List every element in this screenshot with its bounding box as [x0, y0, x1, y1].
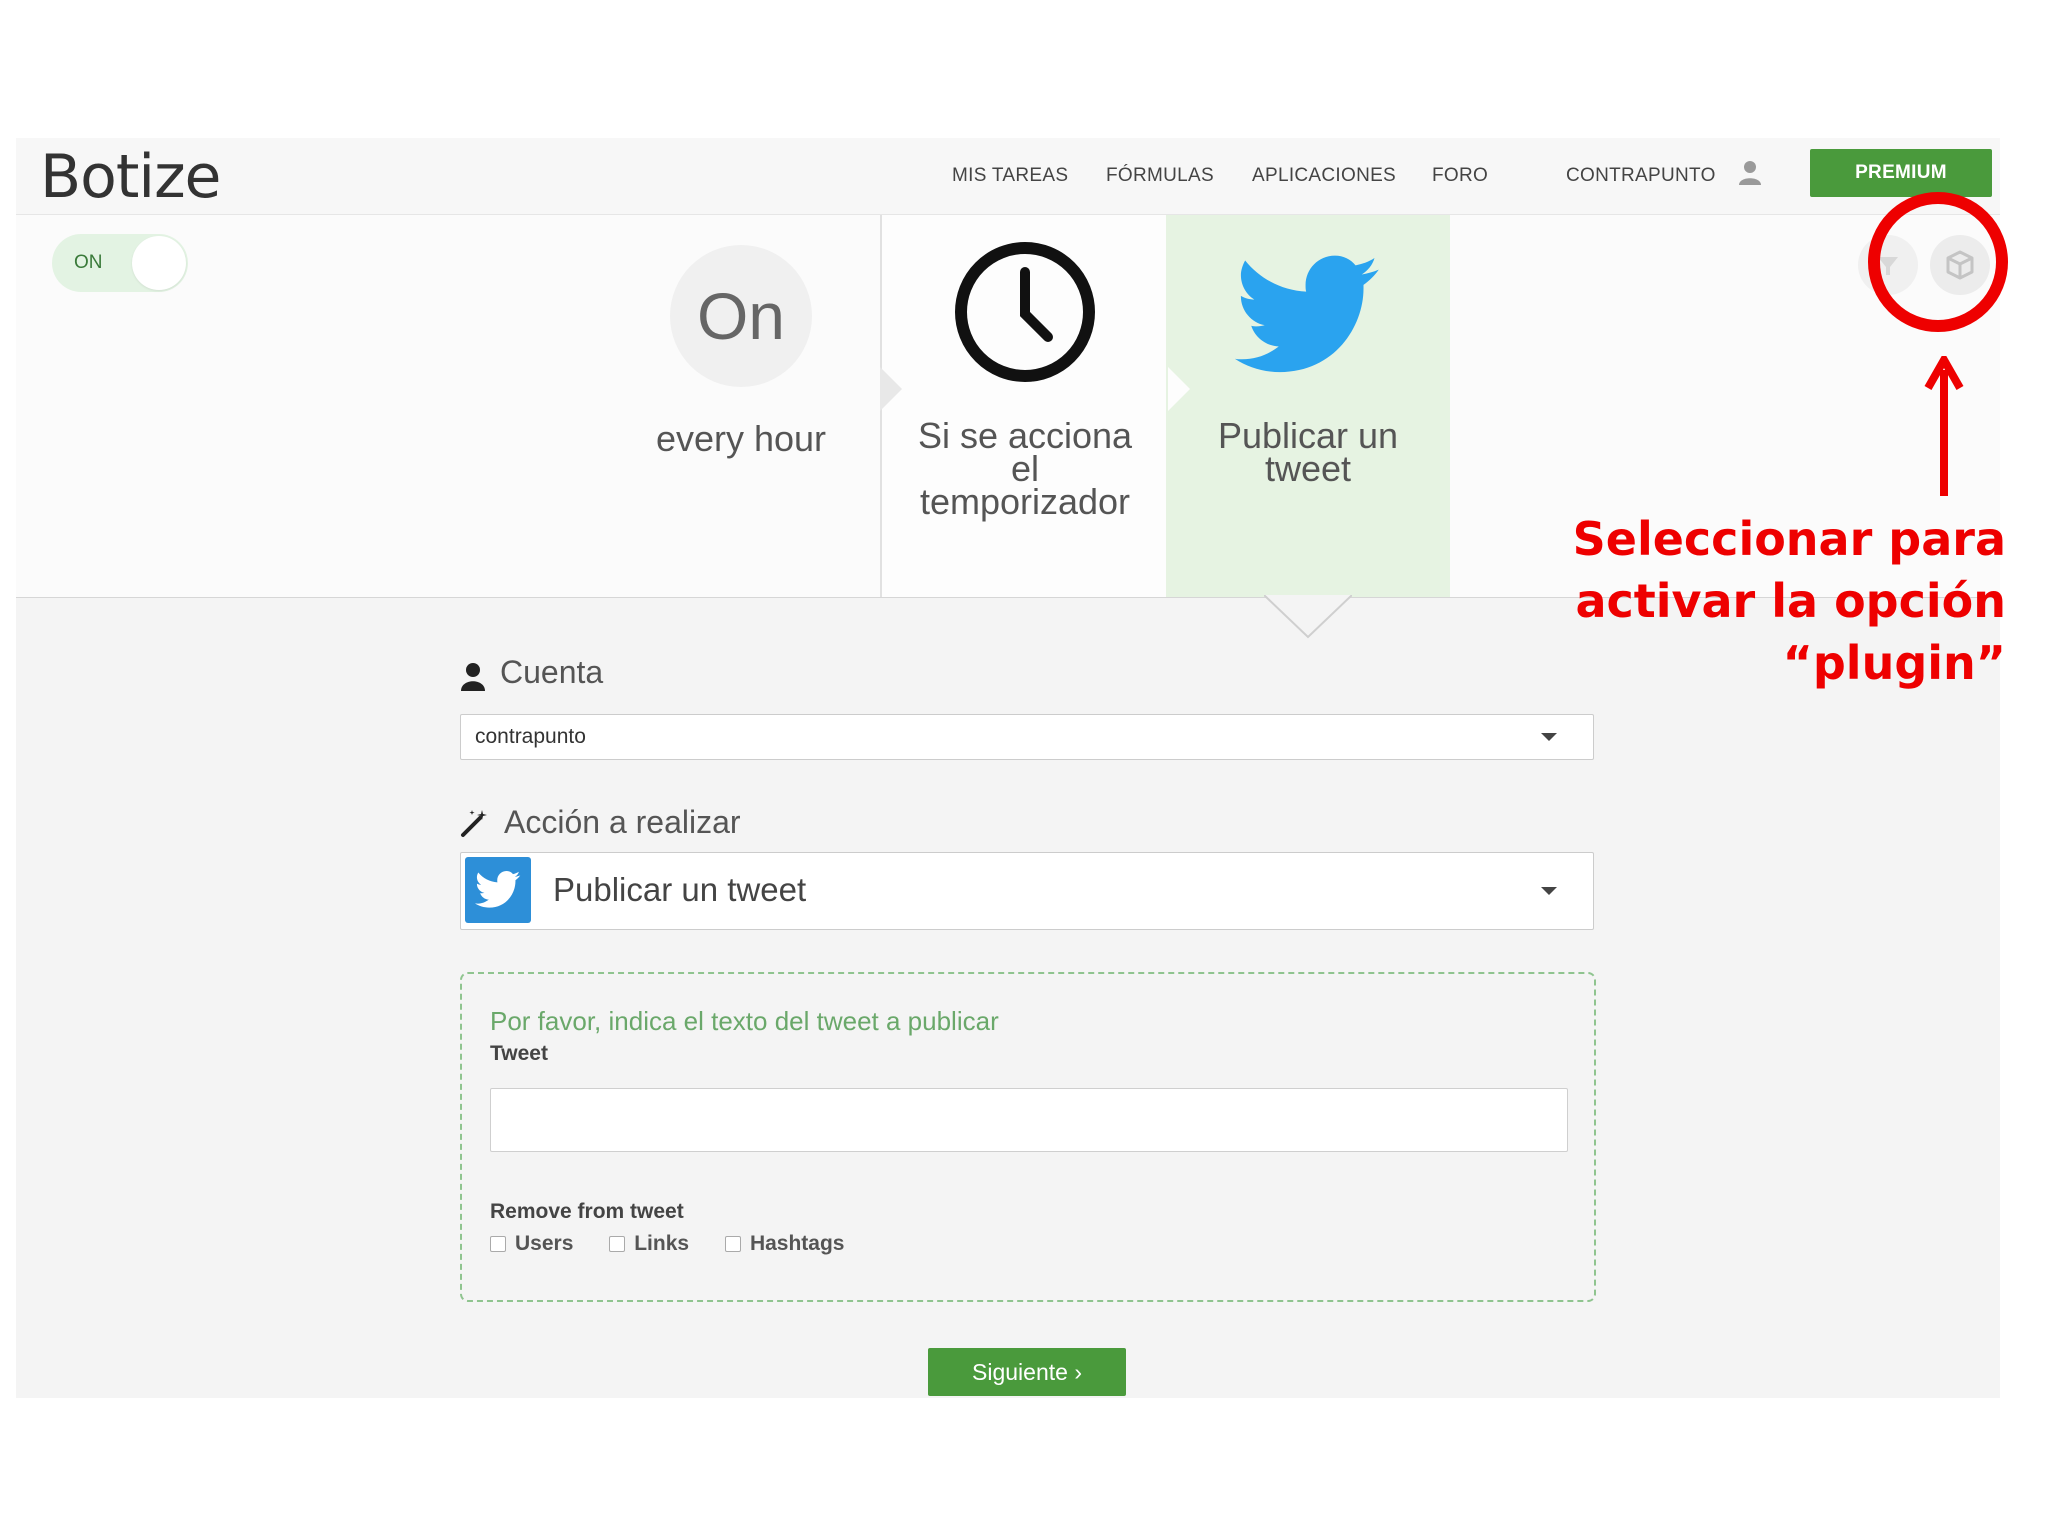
premium-button[interactable]: PREMIUM: [1810, 149, 1992, 197]
account-value: contrapunto: [475, 725, 586, 748]
remove-links-option[interactable]: Links: [609, 1232, 689, 1256]
condition-text: Si se acciona el temporizador: [917, 415, 1133, 522]
nav-aplicaciones[interactable]: APLICACIONES: [1252, 165, 1396, 187]
annotation-line-3: “plugin”: [1782, 636, 2006, 690]
trigger-text: every hour: [655, 418, 827, 459]
nav-formulas[interactable]: FÓRMULAS: [1106, 165, 1214, 187]
nav-mis-tareas[interactable]: MIS TAREAS: [952, 165, 1068, 187]
remove-hashtags-option[interactable]: Hashtags: [724, 1232, 845, 1256]
step-arrow: [880, 367, 902, 411]
user-icon: [461, 663, 485, 691]
task-on-toggle[interactable]: ON: [52, 234, 188, 292]
remove-label: Remove from tweet: [490, 1200, 684, 1223]
clock-icon: [955, 242, 1095, 382]
condition-step[interactable]: Si se acciona el temporizador: [880, 215, 1190, 597]
nav-user-menu[interactable]: CONTRAPUNTO: [1566, 165, 1716, 187]
remove-options: Users Links Hashtags: [490, 1232, 874, 1256]
twitter-app-icon: [465, 857, 531, 923]
user-icon[interactable]: [1736, 158, 1764, 186]
tweet-label: Tweet: [490, 1042, 548, 1065]
next-button[interactable]: Siguiente ›: [928, 1348, 1126, 1396]
action-text: Publicar un tweet: [1217, 415, 1399, 489]
chevron-down-icon: [1541, 887, 1557, 895]
tweet-input[interactable]: [490, 1088, 1568, 1152]
step-arrow: [1168, 367, 1190, 411]
active-step-pointer: [1264, 595, 1352, 639]
twitter-bird-icon: [1234, 255, 1379, 373]
toggle-knob: [132, 236, 186, 290]
account-select[interactable]: contrapunto: [460, 714, 1594, 760]
top-navbar: Botize MIS TAREAS FÓRMULAS APLICACIONES …: [16, 138, 2000, 215]
action-label: Acción a realizar: [504, 804, 741, 840]
annotation-arrow-icon: [1924, 356, 1964, 496]
annotation-text: Seleccionar para activar la opción “plug…: [1546, 508, 2006, 694]
links-checkbox[interactable]: [609, 1236, 626, 1253]
action-step[interactable]: Publicar un tweet: [1166, 215, 1450, 639]
chevron-down-icon: [1541, 733, 1557, 741]
account-label: Cuenta: [500, 654, 604, 690]
tweet-params-panel: Por favor, indica el texto del tweet a p…: [460, 972, 1596, 1302]
users-label: Users: [515, 1232, 574, 1255]
links-label: Links: [634, 1232, 690, 1255]
action-select[interactable]: Publicar un tweet: [460, 852, 1594, 930]
nav-foro[interactable]: FORO: [1432, 165, 1488, 187]
trigger-step[interactable]: On every hour: [602, 215, 902, 597]
hashtags-checkbox[interactable]: [724, 1236, 741, 1253]
logo[interactable]: Botize: [40, 142, 221, 212]
trigger-on-icon: On: [670, 245, 812, 387]
toggle-label: ON: [74, 252, 103, 273]
action-value: Publicar un tweet: [553, 871, 807, 908]
annotation-line-1: Seleccionar para: [1572, 512, 2006, 566]
users-checkbox[interactable]: [490, 1236, 506, 1253]
app-window: Botize MIS TAREAS FÓRMULAS APLICACIONES …: [16, 138, 2000, 1398]
hashtags-label: Hashtags: [749, 1232, 845, 1255]
annotation-line-2: activar la opción: [1575, 574, 2006, 628]
tweet-hint: Por favor, indica el texto del tweet a p…: [490, 1006, 999, 1036]
remove-users-option[interactable]: Users: [490, 1232, 573, 1256]
twitter-bird-icon: [475, 871, 521, 908]
magic-wand-icon: [461, 810, 487, 837]
annotation-circle: [1868, 192, 2008, 332]
